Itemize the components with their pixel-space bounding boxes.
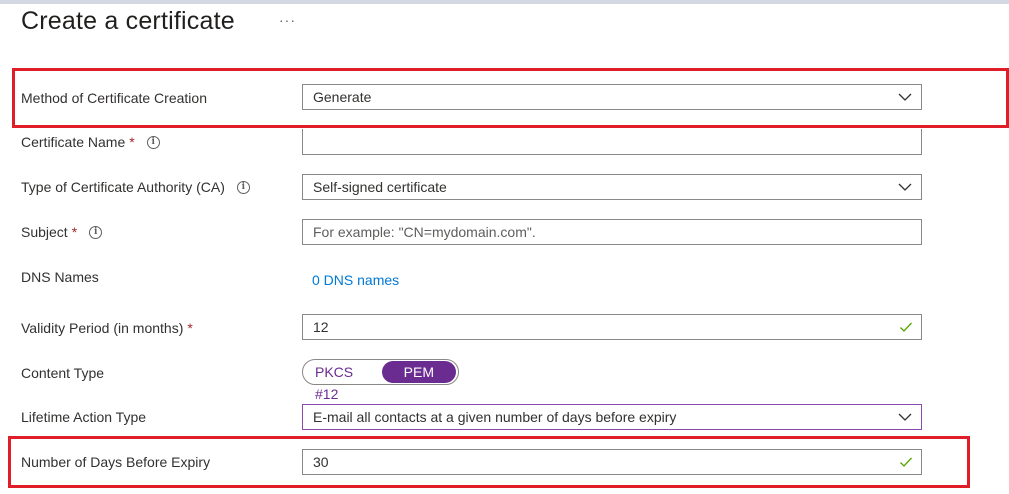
required-asterisk: * [187,320,193,336]
content-type-toggle[interactable]: PKCS #12 PEM [302,359,459,402]
ca-type-value: Self-signed certificate [313,179,447,195]
highlight-box-method [12,68,1009,128]
validity-input[interactable]: 12 [302,314,922,340]
lifetime-value: E-mail all contacts at a given number of… [313,409,677,425]
chevron-down-icon [898,413,912,421]
subject-label-text: Subject [21,224,68,240]
lifetime-label-text: Lifetime Action Type [21,409,147,425]
validity-label-text: Validity Period (in months) [21,320,184,336]
ca-type-label-text: Type of Certificate Authority (CA) [21,179,225,195]
subject-input[interactable]: For example: "CN=mydomain.com". [302,219,922,245]
required-asterisk: * [129,134,135,150]
info-icon[interactable]: i [146,135,160,149]
lifetime-dropdown[interactable]: E-mail all contacts at a given number of… [302,404,922,430]
dns-label: DNS Names [21,267,99,287]
option-pem[interactable]: PEM [381,361,456,383]
ca-type-dropdown[interactable]: Self-signed certificate [302,174,922,200]
dns-names-link[interactable]: 0 DNS names [312,272,399,288]
more-options-icon[interactable]: ··· [279,12,296,28]
chevron-down-icon [898,183,912,191]
info-icon[interactable]: i [89,225,103,239]
option-pkcs12[interactable]: PKCS #12 [305,361,382,402]
top-border [0,0,1009,4]
subject-placeholder: For example: "CN=mydomain.com". [313,224,536,240]
dns-label-text: DNS Names [21,269,99,285]
cert-name-label-text: Certificate Name [21,134,126,150]
info-icon[interactable]: i [236,180,250,194]
highlight-box-days [8,436,970,488]
content-type-label: Content Type [21,363,104,383]
ca-type-label: Type of Certificate Authority (CA) i [21,177,250,197]
content-type-label-text: Content Type [21,365,105,381]
page-title: Create a certificate [21,7,235,35]
validity-value: 12 [313,319,329,335]
cert-name-input[interactable] [302,129,922,155]
checkmark-icon [900,322,912,332]
cert-name-label: Certificate Name * i [21,132,160,152]
required-asterisk: * [71,224,78,240]
subject-label: Subject * i [21,222,103,242]
validity-label: Validity Period (in months) * [21,318,193,338]
lifetime-label: Lifetime Action Type [21,407,146,427]
